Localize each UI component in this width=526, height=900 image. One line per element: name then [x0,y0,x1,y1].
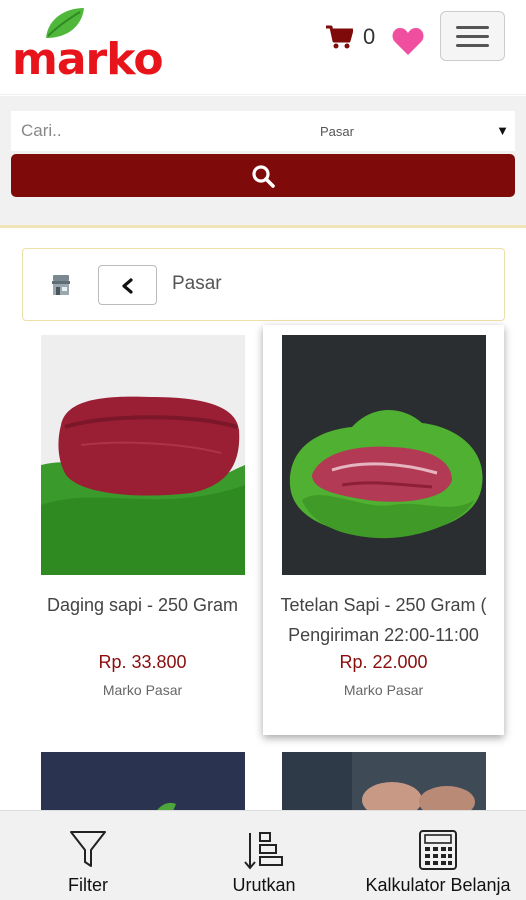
chevron-left-icon [122,278,133,294]
breadcrumb: Pasar [22,248,505,321]
store-icon [52,275,70,295]
cart-button[interactable]: 0 [325,24,375,50]
logo-text: marko [12,34,164,85]
cart-count: 0 [363,24,376,49]
hamburger-menu-button[interactable] [440,11,505,61]
bottom-toolbar: Filter Urutkan Kalkulator Belanja [0,810,526,900]
product-name-line1: Tetelan Sapi - 250 Gram ( [280,595,487,615]
hamburger-icon [456,26,489,29]
filter-label: Filter [68,875,108,895]
marko-logo[interactable]: marko [8,4,164,85]
search-section: Pasar ▼ [0,96,526,228]
product-name-line2: Pengiriman 22:00-11:00 [288,625,479,645]
product-name[interactable]: Daging sapi - 250 Gram [22,590,263,620]
product-image[interactable] [41,335,245,575]
product-card[interactable]: Daging sapi - 250 Gram Rp. 33.800 Marko … [22,325,263,735]
product-card[interactable]: Tetelan Sapi - 250 Gram ( Pengiriman 22:… [263,325,504,735]
wishlist-button[interactable] [391,26,425,61]
calculator-icon [419,830,457,870]
search-button[interactable] [11,154,515,197]
search-icon [252,165,275,188]
calculator-button[interactable]: Kalkulator Belanja [353,811,523,900]
product-name[interactable]: Tetelan Sapi - 250 Gram ( Pengiriman 22:… [263,590,504,650]
top-navbar: marko 0 [0,0,526,95]
breadcrumb-label: Pasar [172,273,222,294]
sort-icon [244,832,283,870]
product-image[interactable] [282,335,486,575]
search-row: Pasar ▼ [11,111,515,151]
back-button[interactable] [98,265,157,305]
hamburger-line [456,44,489,47]
caret-down-icon[interactable]: ▼ [496,123,509,138]
product-price: Rp. 22.000 [339,652,428,672]
category-select[interactable]: Pasar [320,124,354,139]
sort-button[interactable]: Urutkan [214,811,314,900]
product-price: Rp. 33.800 [98,652,187,672]
calculator-label: Kalkulator Belanja [365,875,511,895]
cart-icon [326,25,353,49]
heart-icon [392,28,424,55]
filter-icon [70,831,106,867]
filter-button[interactable]: Filter [40,811,136,900]
hamburger-line [456,35,489,38]
sort-label: Urutkan [232,875,296,895]
product-seller: Marko Pasar [343,682,424,698]
beef-lettuce-photo [282,335,486,575]
beef-photo [41,335,245,575]
product-seller: Marko Pasar [102,682,183,698]
search-input[interactable] [11,111,311,151]
